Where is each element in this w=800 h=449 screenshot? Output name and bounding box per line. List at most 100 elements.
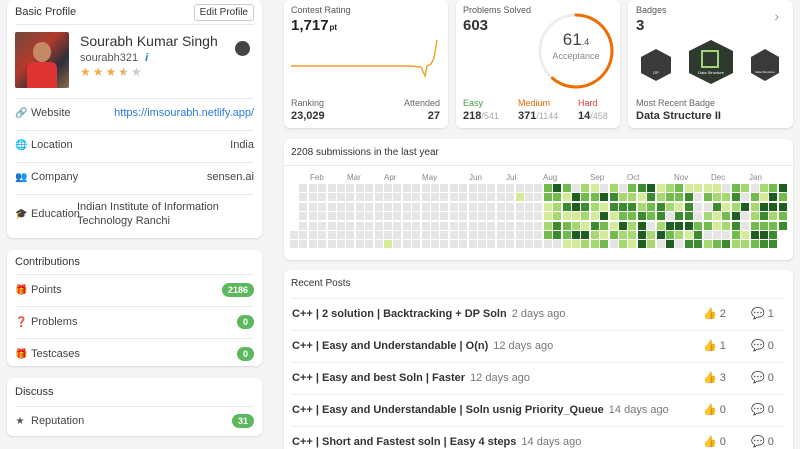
submission-cell[interactable] (562, 212, 571, 221)
submission-cell[interactable] (778, 212, 787, 221)
submission-cell[interactable] (675, 193, 684, 202)
submission-cell[interactable] (384, 212, 392, 221)
submission-cell[interactable] (609, 202, 618, 211)
submission-cell[interactable] (769, 193, 778, 202)
submission-cell[interactable] (543, 231, 552, 239)
submission-cell[interactable] (675, 202, 684, 211)
submission-cell[interactable] (647, 193, 656, 202)
submission-cell[interactable] (384, 193, 392, 202)
submission-cell[interactable] (515, 212, 524, 221)
submission-cell[interactable] (609, 184, 618, 192)
submission-cell[interactable] (468, 221, 477, 230)
submission-cell[interactable] (402, 212, 411, 221)
submission-cell[interactable] (750, 212, 759, 221)
thumbs-up-icon[interactable]: 👍 (703, 307, 717, 320)
submission-cell[interactable] (515, 193, 524, 202)
submission-cell[interactable] (590, 193, 599, 202)
submission-cell[interactable] (440, 202, 449, 211)
submission-cell[interactable] (581, 240, 590, 249)
submission-cell[interactable] (609, 231, 618, 239)
submission-cell[interactable] (365, 184, 374, 192)
submission-cell[interactable] (778, 184, 787, 192)
chevron-right-icon[interactable]: › (774, 8, 779, 24)
submission-cell[interactable] (675, 221, 684, 230)
submission-cell[interactable] (581, 193, 590, 202)
submission-cell[interactable] (647, 184, 656, 192)
submission-cell[interactable] (365, 231, 374, 239)
submission-cell[interactable] (346, 193, 355, 202)
submission-cell[interactable] (694, 202, 703, 211)
submission-cell[interactable] (308, 212, 317, 221)
submission-cell[interactable] (741, 212, 750, 221)
submission-cell[interactable] (731, 240, 740, 249)
submission-cell[interactable] (384, 240, 392, 249)
submission-cell[interactable] (675, 212, 684, 221)
submission-cell[interactable] (619, 212, 627, 221)
submission-cell[interactable] (722, 240, 731, 249)
submission-cell[interactable] (684, 202, 693, 211)
submission-cell[interactable] (713, 212, 721, 221)
submission-cell[interactable] (459, 240, 468, 249)
submission-cell[interactable] (619, 240, 627, 249)
edit-profile-button[interactable]: Edit Profile (193, 3, 254, 21)
submission-cell[interactable] (402, 184, 411, 192)
badge-data-structure[interactable]: Data Structure (751, 49, 779, 81)
submission-cell[interactable] (327, 202, 336, 211)
submission-cell[interactable] (703, 221, 712, 230)
submission-cell[interactable] (619, 202, 627, 211)
submission-cell[interactable] (703, 184, 712, 192)
submission-cell[interactable] (468, 193, 477, 202)
submission-cell[interactable] (543, 184, 552, 192)
submission-cell[interactable] (741, 240, 750, 249)
submission-cell[interactable] (553, 193, 562, 202)
submission-cell[interactable] (760, 221, 768, 230)
submission-cell[interactable] (515, 221, 524, 230)
submission-cell[interactable] (459, 184, 468, 192)
submission-cell[interactable] (713, 193, 721, 202)
submission-cell[interactable] (365, 202, 374, 211)
website-value[interactable]: https://imsourabh.netlify.app/ (114, 107, 254, 119)
submission-cell[interactable] (515, 202, 524, 211)
submission-cell[interactable] (393, 212, 402, 221)
submission-cell[interactable] (355, 193, 364, 202)
submission-cell[interactable] (694, 193, 703, 202)
submission-cell[interactable] (713, 240, 721, 249)
submission-cell[interactable] (346, 240, 355, 249)
submission-cell[interactable] (525, 193, 533, 202)
submission-cell[interactable] (628, 240, 637, 249)
submission-cell[interactable] (402, 202, 411, 211)
submission-cell[interactable] (412, 212, 421, 221)
submission-cell[interactable] (581, 202, 590, 211)
submission-cell[interactable] (487, 193, 496, 202)
submission-cell[interactable] (637, 184, 646, 192)
submission-cell[interactable] (299, 231, 308, 239)
submission-cell[interactable] (308, 184, 317, 192)
submission-cell[interactable] (778, 221, 787, 230)
submission-cell[interactable] (393, 240, 402, 249)
thumbs-up-icon[interactable]: 👍 (703, 435, 717, 448)
submission-cell[interactable] (299, 202, 308, 211)
comment-icon[interactable]: 💬 (751, 403, 765, 416)
post-row[interactable]: C++ | Easy and best Soln | Faster 12 days… (292, 362, 785, 392)
submission-cell[interactable] (487, 212, 496, 221)
submission-cell[interactable] (600, 231, 609, 239)
submission-cell[interactable] (487, 221, 496, 230)
submission-cell[interactable] (449, 221, 458, 230)
submission-cell[interactable] (562, 193, 571, 202)
submission-cell[interactable] (543, 221, 552, 230)
submission-cell[interactable] (308, 202, 317, 211)
submission-cell[interactable] (769, 231, 778, 239)
submission-cell[interactable] (656, 202, 665, 211)
submission-cell[interactable] (496, 184, 505, 192)
submission-cell[interactable] (619, 231, 627, 239)
submission-cell[interactable] (431, 212, 439, 221)
submission-cell[interactable] (431, 240, 439, 249)
submission-cell[interactable] (769, 184, 778, 192)
submission-cell[interactable] (459, 231, 468, 239)
comment-icon[interactable]: 💬 (751, 371, 765, 384)
submission-cell[interactable] (713, 184, 721, 192)
submission-cell[interactable] (731, 184, 740, 192)
submission-cell[interactable] (553, 221, 562, 230)
submission-cell[interactable] (534, 240, 543, 249)
submission-cell[interactable] (760, 202, 768, 211)
